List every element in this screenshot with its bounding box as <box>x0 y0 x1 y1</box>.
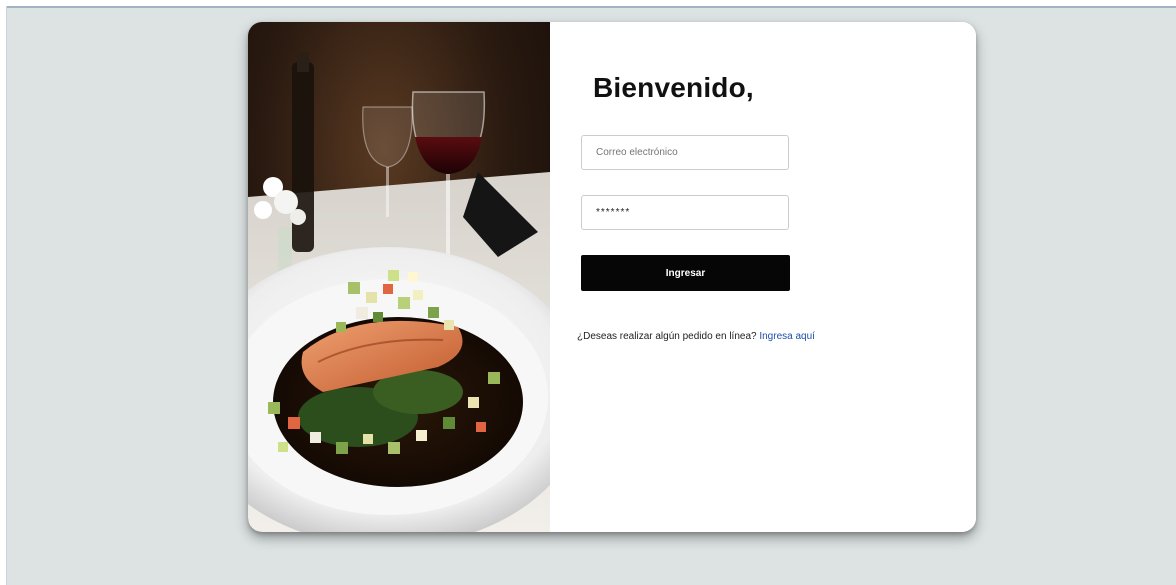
online-order-prompt: ¿Deseas realizar algún pedido en línea? … <box>577 331 815 342</box>
online-order-text: ¿Deseas realizar algún pedido en línea? <box>577 331 757 342</box>
login-card: Bienvenido, Ingresar ¿Deseas realizar al… <box>248 22 976 532</box>
restaurant-food-photo <box>248 22 550 532</box>
login-form-panel: Bienvenido, Ingresar ¿Deseas realizar al… <box>550 22 976 532</box>
password-input[interactable] <box>581 195 789 230</box>
window-top-border <box>0 0 1176 8</box>
email-input[interactable] <box>581 135 789 170</box>
welcome-title: Bienvenido, <box>593 72 754 103</box>
login-button[interactable]: Ingresar <box>581 255 790 291</box>
window-left-border <box>0 6 7 585</box>
online-order-link[interactable]: Ingresa aquí <box>759 331 815 342</box>
